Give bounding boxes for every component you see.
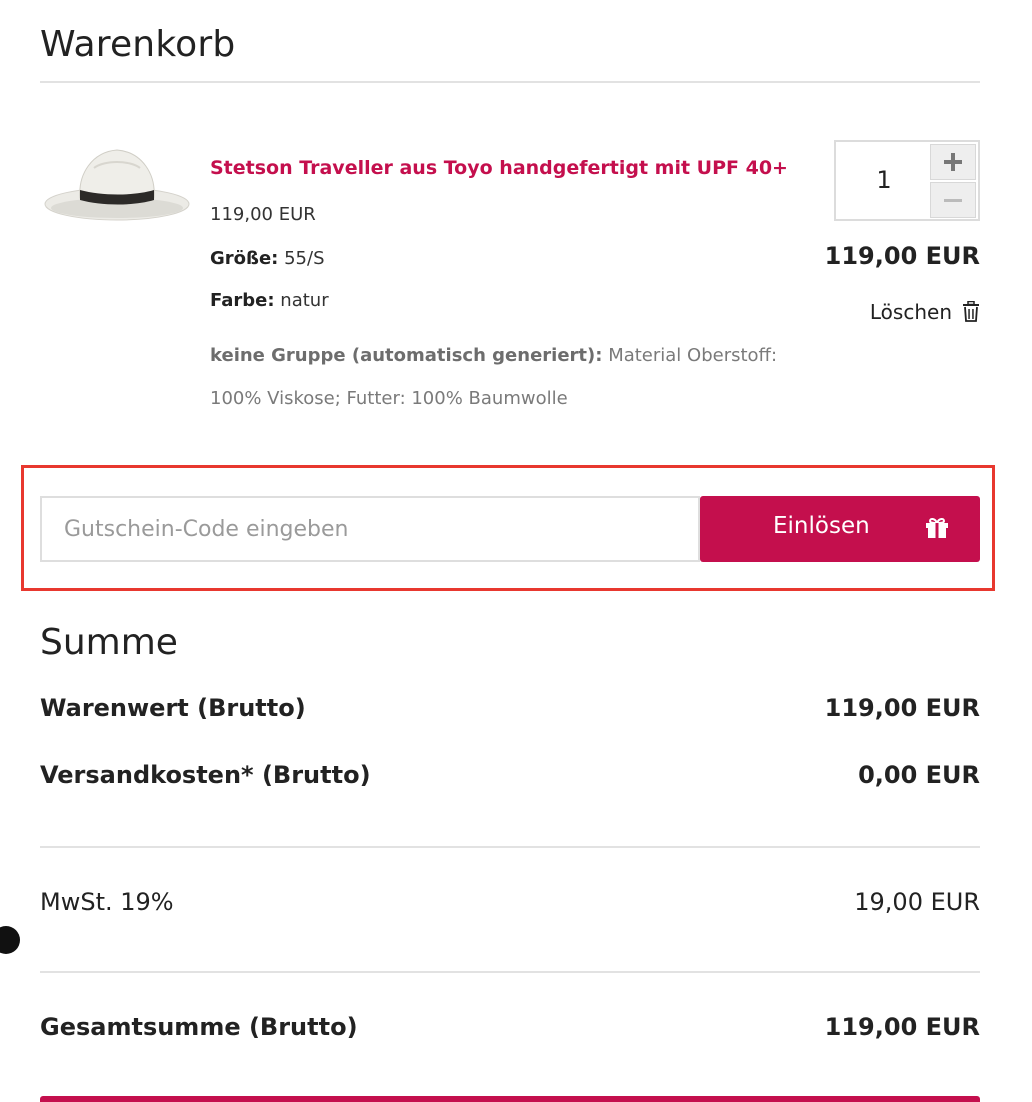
size-label: Größe: [210, 248, 279, 269]
divider [40, 81, 980, 83]
product-name-link[interactable]: Stetson Traveller aus Toyo handgefertigt… [210, 157, 788, 179]
checkout-button[interactable] [40, 1096, 980, 1102]
side-widget-button[interactable] [0, 926, 20, 954]
unit-price: 119,00 EUR [210, 204, 316, 225]
coupon-code-input[interactable] [40, 496, 700, 562]
trash-icon [963, 301, 979, 322]
redeem-label: Einlösen [773, 513, 870, 539]
vat-value: 19,00 EUR [854, 888, 980, 916]
divider [40, 971, 980, 973]
quantity-decrease-button[interactable] [930, 182, 976, 218]
total-label: Gesamtsumme (Brutto) [40, 1013, 358, 1041]
group-attribute: keine Gruppe (automatisch generiert): Ma… [210, 334, 810, 420]
size-value: 55/S [284, 248, 325, 269]
color-label: Farbe: [210, 290, 275, 311]
line-total: 119,00 EUR [824, 242, 980, 270]
cart-title: Warenkorb [40, 24, 236, 65]
redeem-coupon-button[interactable]: Einlösen [700, 496, 980, 562]
vat-row: MwSt. 19% 19,00 EUR [40, 888, 980, 916]
goods-label: Warenwert (Brutto) [40, 694, 306, 722]
total-row: Gesamtsumme (Brutto) 119,00 EUR [40, 1013, 980, 1041]
quantity-increase-button[interactable] [930, 144, 976, 180]
minus-icon [944, 199, 962, 202]
size-attribute: Größe: 55/S [210, 248, 325, 269]
color-attribute: Farbe: natur [210, 290, 329, 311]
product-image[interactable] [42, 138, 192, 233]
divider [40, 846, 980, 848]
quantity-input[interactable]: 1 [836, 142, 932, 219]
goods-value: 119,00 EUR [824, 694, 980, 722]
gift-icon [926, 517, 948, 538]
shipping-row: Versandkosten* (Brutto) 0,00 EUR [40, 761, 980, 789]
remove-label: Löschen [869, 300, 952, 324]
remove-item-button[interactable]: Löschen [870, 300, 980, 324]
goods-value-row: Warenwert (Brutto) 119,00 EUR [40, 694, 980, 722]
color-value: natur [280, 290, 329, 311]
plus-icon [944, 153, 962, 171]
vat-label: MwSt. 19% [40, 888, 174, 916]
shipping-label: Versandkosten* (Brutto) [40, 761, 371, 789]
summary-title: Summe [40, 622, 178, 663]
group-label: keine Gruppe (automatisch generiert): [210, 345, 603, 366]
quantity-stepper: 1 [834, 140, 980, 221]
total-value: 119,00 EUR [824, 1013, 980, 1041]
shipping-value: 0,00 EUR [858, 761, 980, 789]
